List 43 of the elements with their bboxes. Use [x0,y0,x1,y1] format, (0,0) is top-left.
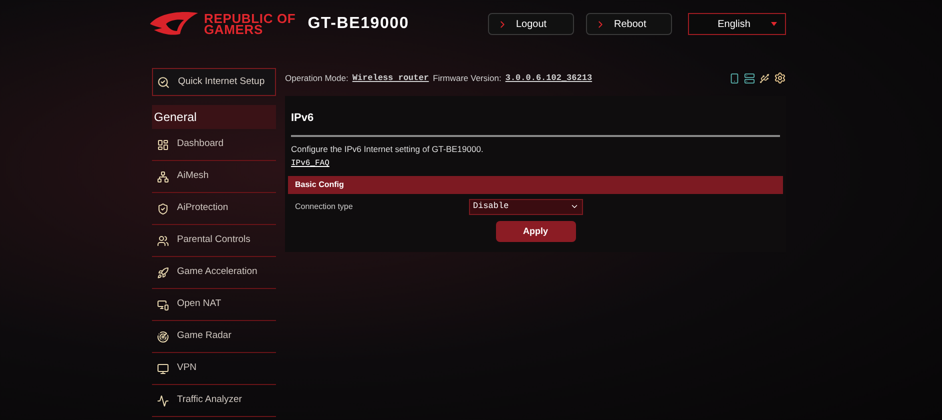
menu-icon [157,266,169,278]
section-bar: Basic Config [288,176,783,194]
connection-type-select[interactable]: Disable [469,198,583,215]
firmware-label: Firmware Version: [432,72,502,84]
sidebar-item[interactable]: Dashboard [152,129,276,161]
menu-icon [157,202,169,214]
header-button[interactable]: Logout [488,13,574,35]
quick-setup-button[interactable]: Quick Internet Setup [152,68,276,96]
faq-link[interactable]: IPv6_FAQ [291,158,330,170]
page-title: IPv6 [291,111,315,126]
menu-icon [157,138,169,150]
field-label: Connection type [295,200,354,213]
page-description: Configure the IPv6 Internet setting of GT-BE19000. [291,142,484,156]
menu-icon [157,298,169,310]
caret-icon [771,22,777,26]
mode-link[interactable]: Wireless router [352,72,429,84]
mode-label: Operation Mode: [285,72,348,84]
firmware-link[interactable]: 3.0.0.6.102_36213 [505,72,592,84]
sidebar-item[interactable]: AiMesh [152,161,276,193]
sidebar-item[interactable]: Parental Controls [152,225,276,257]
model-name: GT-BE19000 [308,14,410,34]
sidebar-item[interactable]: Traffic Analyzer [152,385,276,417]
brand-name: REPUBLIC OF [204,13,296,24]
logo-icon [148,10,200,38]
gear-icon[interactable] [774,72,786,84]
menu-icon [157,234,169,246]
sidebar-item[interactable]: Game Radar [152,321,276,353]
network-icon[interactable] [744,72,755,84]
sidebar-item[interactable]: Open NAT [152,289,276,321]
menu-icon [157,170,169,182]
sidebar-item[interactable]: AiProtection [152,193,276,225]
sidebar-item[interactable]: VPN [152,353,276,385]
header-button[interactable]: Reboot [586,13,672,35]
phone-icon[interactable] [729,72,740,84]
apply-button[interactable]: Apply [496,221,576,242]
menu-icon [157,394,169,406]
language-dropdown[interactable]: English [688,13,786,35]
section-header: General [152,105,276,129]
menu-icon [157,362,169,374]
menu-icon [157,330,169,342]
sidebar-item[interactable]: Game Acceleration [152,257,276,289]
brand-name: GAMERS [204,24,264,35]
usb-icon[interactable] [759,72,770,84]
